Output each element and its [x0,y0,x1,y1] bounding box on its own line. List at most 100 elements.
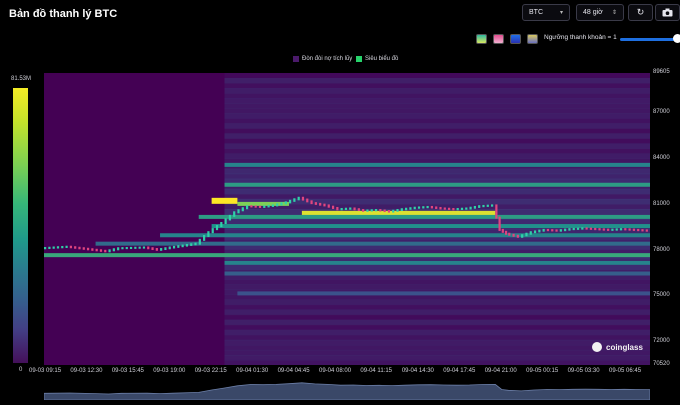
price-candle [456,207,459,211]
price-candle [504,230,508,235]
liquidity-band [237,291,650,296]
legend-item-accumulated[interactable]: Đòn đòi nợ tích lũy [293,56,352,62]
camera-button[interactable] [655,4,680,21]
price-candle [246,205,249,210]
heatmap-cell-row [224,339,650,346]
range-navigator[interactable] [43,378,651,401]
colorbar [13,88,28,363]
heatmap-cell-row [224,98,650,104]
price-candle [568,228,571,231]
color-scheme-2[interactable] [493,34,504,44]
price-candle [194,242,197,246]
heatmap-cell-row [224,173,650,180]
heatmap-cell-row [224,73,650,79]
price-candle [521,234,524,238]
heatmap-cell-row [224,188,650,195]
price-candle [331,205,335,209]
price-candle [392,209,395,213]
price-candle [336,206,339,211]
price-candle [190,243,193,246]
price-candle [323,203,326,207]
heatmap-plot[interactable] [44,73,650,365]
price-candle [228,214,232,221]
heatmap-cell-row [224,354,650,361]
price-candle [426,205,429,209]
y-tick-label: 70520 [653,361,670,367]
price-candle [288,199,292,204]
range-select[interactable]: 48 giờ ⇕ [576,4,624,21]
price-candle [82,247,85,250]
symbol-select-value: BTC [529,9,543,16]
color-scheme-1[interactable] [476,34,487,44]
heatmap-cell-row [224,359,650,365]
heatmap-cell-row [224,264,650,270]
price-candle [297,196,300,201]
price-candle [69,245,72,249]
price-candle [147,246,150,250]
legend-item-super[interactable]: Siêu biểu đồ [356,56,398,62]
price-candle [448,207,451,210]
price-candle [280,202,283,206]
price-candle [203,235,206,241]
symbol-select[interactable]: BTC ▾ [522,4,570,21]
heatmap-cell-row [224,309,650,316]
legend-swatch [356,56,362,62]
price-candle [501,228,504,233]
liquidity-band [211,197,238,204]
price-candle [121,247,124,250]
heatmap-cell-row [224,344,650,351]
price-candle [99,249,103,252]
heatmap-cell-row [224,284,650,290]
threshold-slider[interactable] [620,38,680,41]
price-candle [177,245,180,248]
price-candle [383,209,386,213]
legend-label: Siêu biểu đồ [365,56,399,62]
price-candle [645,229,648,232]
price-candle [607,228,610,231]
liquidity-band [160,233,650,238]
y-tick-label: 84000 [653,154,670,161]
refresh-button[interactable]: ↻ [628,4,653,21]
heatmap-cell-row [224,219,650,225]
price-candle [555,229,558,232]
y-tick-label: 81000 [653,200,670,207]
price-candle [439,206,442,210]
price-candle [61,245,64,249]
price-candle [310,200,313,205]
price-candle [551,229,554,232]
liquidity-band [224,162,650,167]
threshold-slider-handle[interactable] [673,34,680,43]
price-candle [529,231,532,235]
x-tick-label: 09-04 08:00 [319,368,352,374]
price-candle [452,207,455,211]
price-candle [134,246,137,249]
heatmap-cell-row [224,319,650,326]
price-candle [396,209,399,212]
x-tick-label: 09-04 11:15 [360,368,393,374]
color-scheme-4[interactable] [527,34,538,44]
price-candle [366,209,369,212]
price-candle [628,228,631,231]
price-candle [172,245,176,249]
color-scheme-3[interactable] [510,34,521,44]
price-candle [237,209,240,214]
price-candle [564,228,567,232]
price-candle [129,246,133,250]
x-tick-label: 09-05 00:15 [526,368,559,374]
price-candle [435,206,438,209]
price-candle [417,206,421,209]
price-candle [585,227,588,230]
price-candle [572,227,575,231]
price-candle [263,205,266,208]
heatmap-cell-row [224,118,650,124]
price-candle [95,248,98,252]
x-tick-label: 09-04 17:45 [443,368,476,374]
price-candle [293,198,296,202]
price-candle [632,228,636,231]
price-candle [602,228,605,231]
heatmap-cell-row [224,128,650,134]
price-candle [465,207,468,210]
price-candle [495,204,498,219]
price-candle [155,248,158,251]
price-candle [65,245,68,248]
